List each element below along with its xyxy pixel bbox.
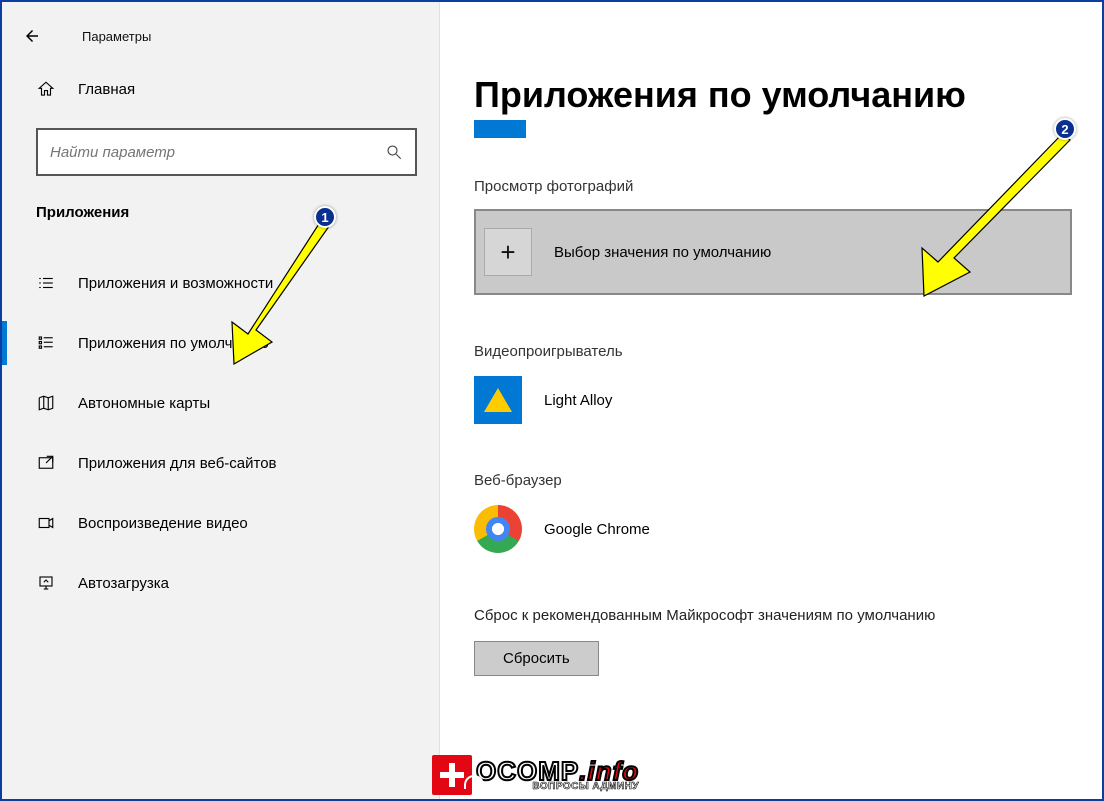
plus-icon: +: [484, 228, 532, 276]
page-title: Приложения по умолчанию: [474, 74, 1072, 116]
heading-accent: [474, 120, 526, 138]
sidebar-item-offline-maps[interactable]: Автономные карты: [2, 373, 439, 433]
default-browser-app[interactable]: Google Chrome: [474, 505, 1072, 553]
annotation-badge-2: 2: [1054, 118, 1076, 140]
sidebar-item-label: Автономные карты: [78, 395, 210, 412]
list-icon: [36, 273, 56, 293]
sidebar-item-default-apps[interactable]: Приложения по умолчанию: [2, 313, 439, 373]
map-icon: [36, 393, 56, 413]
browser-open-icon: [36, 453, 56, 473]
annotation-badge-1: 1: [314, 206, 336, 228]
sidebar-item-websites-apps[interactable]: Приложения для веб-сайтов: [2, 433, 439, 493]
app-name-label: Google Chrome: [544, 521, 650, 538]
sidebar-item-label: Приложения и возможности: [78, 275, 273, 292]
category-label-photos: Просмотр фотографий: [474, 178, 1072, 195]
category-label-video: Видеопроигрыватель: [474, 343, 1072, 360]
google-chrome-icon: [474, 505, 522, 553]
search-input[interactable]: [48, 143, 383, 162]
sidebar-item-startup[interactable]: Автозагрузка: [2, 553, 439, 613]
main-panel: Приложения по умолчанию Просмотр фотогра…: [440, 2, 1102, 799]
choose-default-label: Выбор значения по умолчанию: [554, 244, 771, 261]
back-button[interactable]: [10, 14, 54, 58]
window-title: Параметры: [82, 29, 151, 44]
sidebar-item-label: Воспроизведение видео: [78, 515, 248, 532]
sidebar-item-label: Приложения для веб-сайтов: [78, 455, 277, 472]
settings-sidebar: Параметры Главная Приложения Приложен: [2, 2, 440, 799]
sidebar-item-label: Автозагрузка: [78, 575, 169, 592]
sidebar-section-label: Приложения: [2, 176, 439, 221]
back-arrow-icon: [23, 27, 41, 45]
sidebar-item-apps-features[interactable]: Приложения и возможности: [2, 253, 439, 313]
reset-button[interactable]: Сбросить: [474, 641, 599, 676]
default-video-app[interactable]: Light Alloy: [474, 376, 1072, 424]
reset-description: Сброс к рекомендованным Майкрософт значе…: [474, 605, 1072, 627]
search-icon: [383, 141, 405, 163]
search-input-wrap[interactable]: [36, 128, 417, 176]
light-alloy-icon: [474, 376, 522, 424]
choose-default-photos[interactable]: + Выбор значения по умолчанию: [474, 209, 1072, 295]
defaults-icon: [36, 333, 56, 353]
sidebar-item-label: Приложения по умолчанию: [78, 335, 269, 352]
video-icon: [36, 513, 56, 533]
nav-home[interactable]: Главная: [2, 62, 439, 116]
startup-icon: [36, 573, 56, 593]
sidebar-item-video-playback[interactable]: Воспроизведение видео: [2, 493, 439, 553]
home-icon: [36, 79, 56, 99]
category-label-browser: Веб-браузер: [474, 472, 1072, 489]
nav-home-label: Главная: [78, 81, 135, 98]
app-name-label: Light Alloy: [544, 392, 612, 409]
